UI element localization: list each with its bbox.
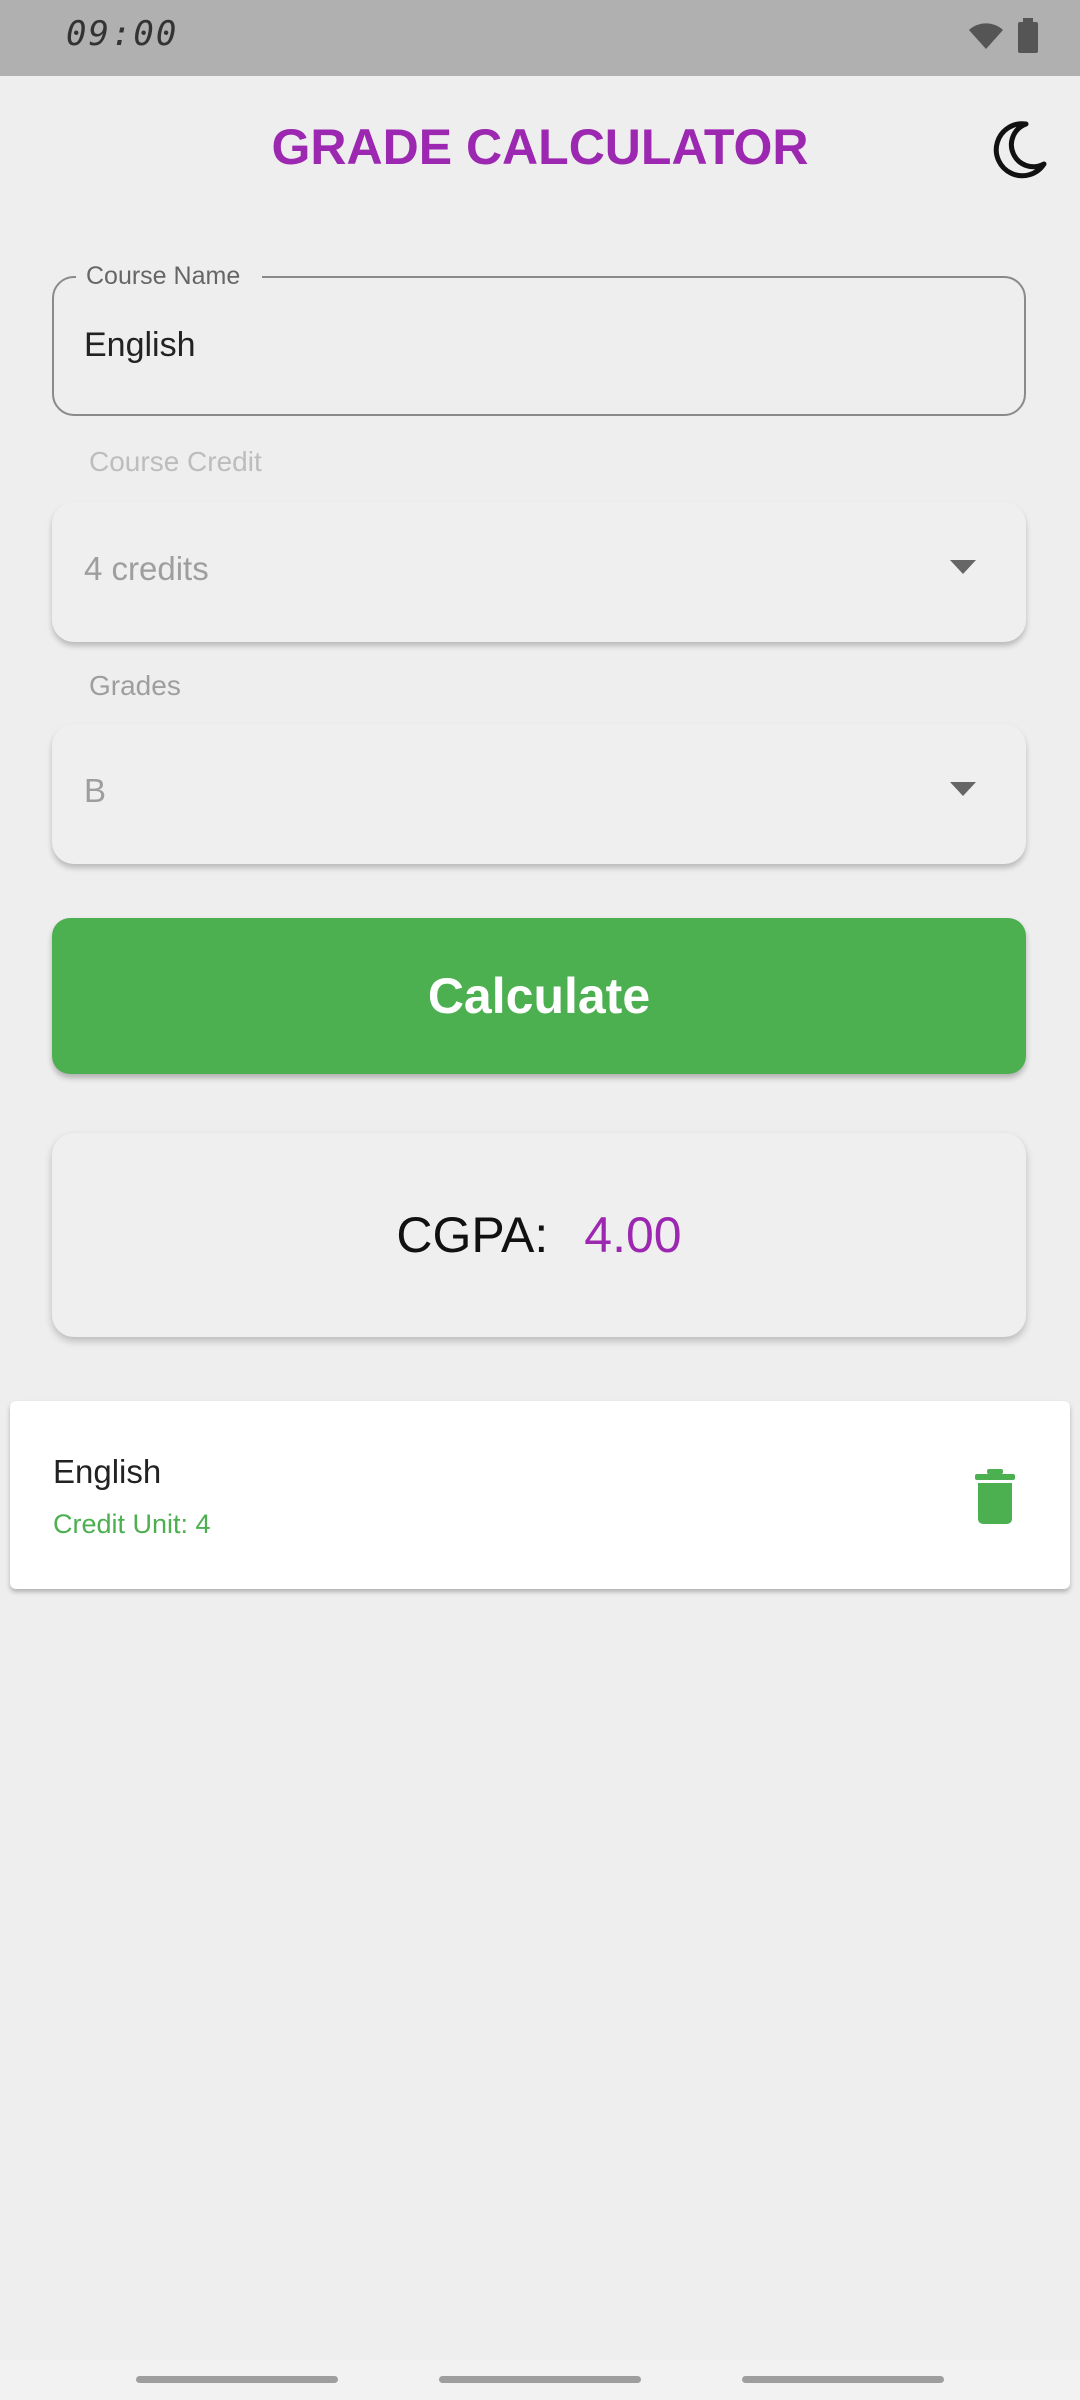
course-credit-selected: 4 credits bbox=[84, 550, 209, 587]
cgpa-value: 4.00 bbox=[584, 1207, 682, 1263]
course-name-label: Course Name bbox=[76, 262, 263, 291]
moon-icon bbox=[993, 121, 1047, 179]
page-title: GRADE CALCULATOR bbox=[271, 119, 809, 175]
grades-selected: B bbox=[84, 772, 107, 809]
nav-handle[interactable] bbox=[439, 2376, 641, 2383]
course-name: English bbox=[53, 1453, 162, 1490]
course-credit-unit: Credit Unit: 4 bbox=[53, 1509, 211, 1539]
battery-icon bbox=[1018, 18, 1038, 53]
grades-dropdown[interactable]: B bbox=[52, 724, 1026, 864]
course-name-field[interactable]: Course Name English bbox=[52, 262, 1026, 416]
delete-course-button[interactable] bbox=[970, 1469, 1020, 1525]
course-name-input[interactable]: English bbox=[84, 326, 196, 365]
cgpa-result-card: CGPA: 4.00 bbox=[52, 1133, 1026, 1337]
cgpa-label: CGPA: bbox=[396, 1207, 549, 1263]
trash-icon bbox=[975, 1469, 1015, 1524]
status-time: 09:00 bbox=[66, 14, 179, 54]
course-credit-label: Course Credit bbox=[89, 446, 262, 477]
calculate-button[interactable]: Calculate bbox=[52, 918, 1026, 1074]
status-bar: 09:00 bbox=[0, 0, 1080, 76]
nav-handle[interactable] bbox=[136, 2376, 338, 2383]
wifi-icon bbox=[969, 23, 1003, 49]
list-item: English Credit Unit: 4 bbox=[10, 1401, 1070, 1589]
chevron-down-icon bbox=[950, 782, 976, 796]
chevron-down-icon bbox=[950, 560, 976, 574]
course-credit-dropdown[interactable]: 4 credits bbox=[52, 502, 1026, 642]
nav-handle[interactable] bbox=[742, 2376, 944, 2383]
theme-toggle-button[interactable] bbox=[986, 118, 1050, 182]
status-icons bbox=[966, 18, 1040, 54]
grades-label: Grades bbox=[89, 670, 181, 701]
navigation-bar bbox=[0, 2360, 1080, 2400]
